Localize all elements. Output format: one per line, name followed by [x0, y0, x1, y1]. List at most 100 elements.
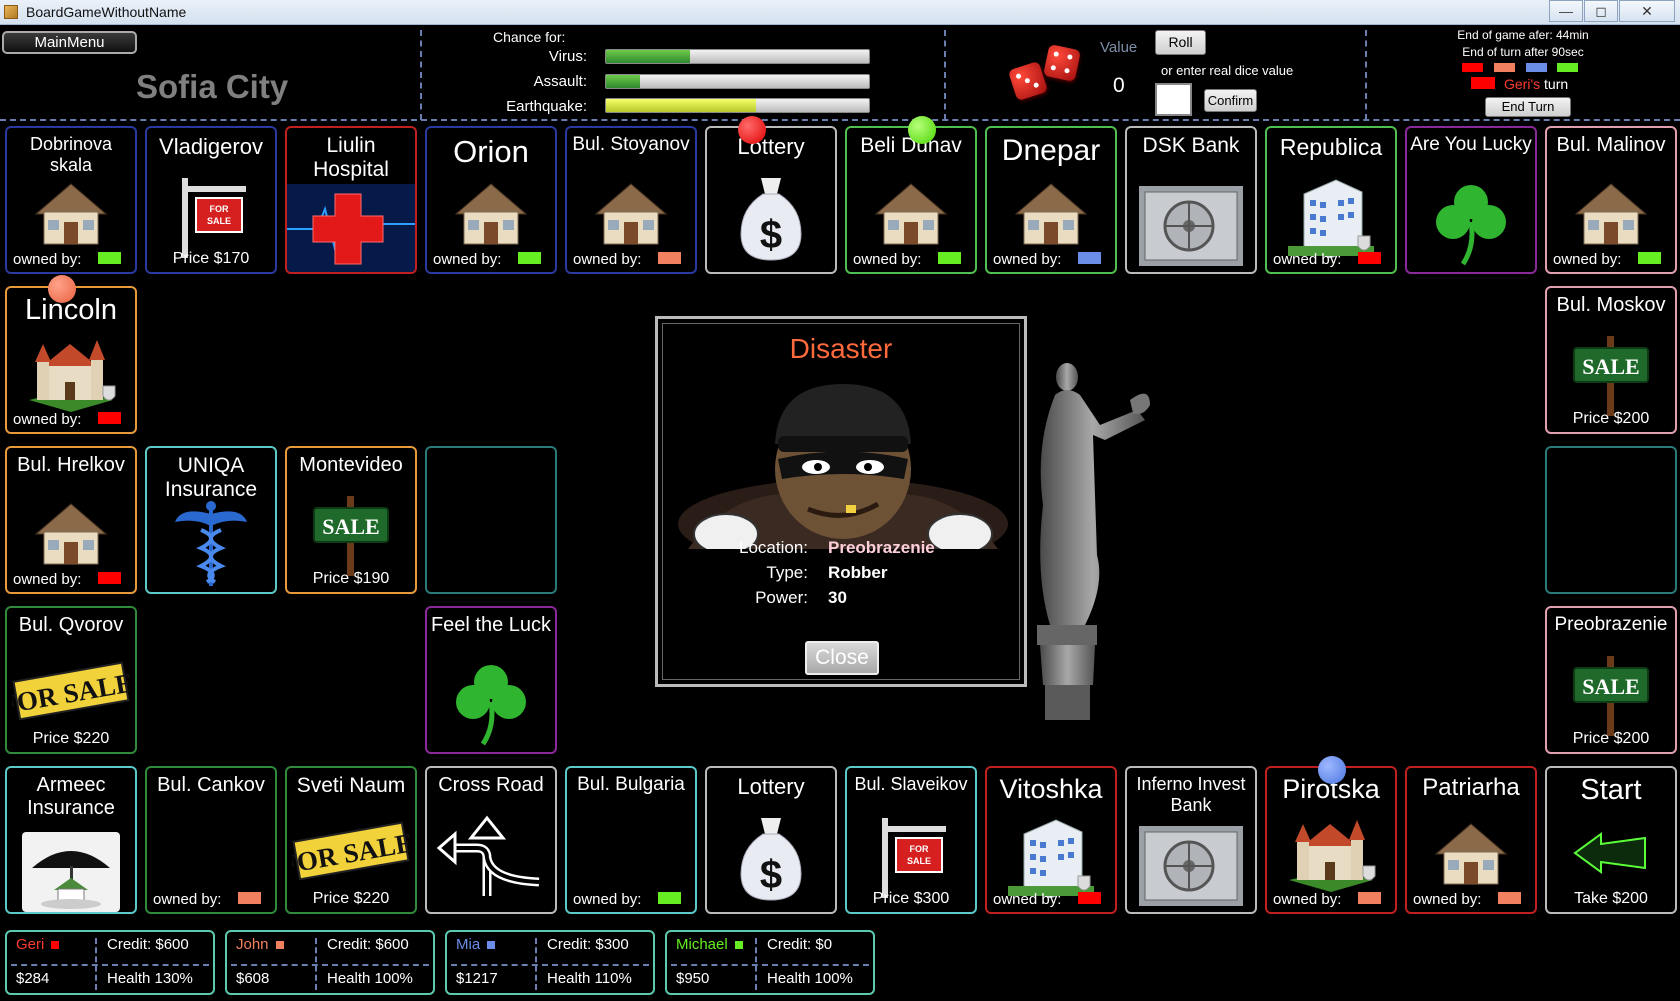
- tile-are-you-lucky[interactable]: Are You Lucky: [1405, 126, 1537, 274]
- tile-preobrazenie[interactable]: Preobrazenie SALE Price $200: [1545, 606, 1677, 754]
- tile-bul-cankov[interactable]: Bul. Cankov owned by:: [145, 766, 277, 914]
- roll-button[interactable]: Roll: [1155, 30, 1206, 55]
- owner-color-swatch: [98, 572, 121, 584]
- owned-by-label: owned by:: [13, 571, 82, 588]
- hud-bottom-divider: [0, 119, 1680, 121]
- owner-color-swatch: [658, 892, 681, 904]
- tile-lottery[interactable]: Lottery $: [705, 766, 837, 914]
- sale-sign-icon: SALE: [1573, 336, 1649, 416]
- close-window-button[interactable]: ✕: [1619, 0, 1675, 22]
- assault-chance-bar: [605, 74, 870, 89]
- for-sale-sign-icon: FOR SALE: [182, 178, 246, 258]
- tile-beli-dunav[interactable]: Beli Dunav owned by:: [845, 126, 977, 274]
- owned-by-label: owned by:: [1553, 251, 1622, 268]
- tile-empty[interactable]: [425, 446, 557, 594]
- player-card-michael: Michael $950 Credit: $0 Health 100%: [665, 930, 875, 995]
- tile-price: Take $200: [1574, 890, 1648, 907]
- owner-color-swatch: [1078, 252, 1101, 264]
- main-menu-button[interactable]: MainMenu: [2, 31, 137, 54]
- tile-name: Dobrinova skala: [29, 134, 113, 175]
- earthquake-chance-bar: [605, 98, 870, 113]
- clover-icon: [1436, 185, 1506, 266]
- card-divider: [11, 964, 209, 966]
- tile-bul-bulgaria[interactable]: Bul. Bulgaria owned by:: [565, 766, 697, 914]
- tile-bul-hrelkov[interactable]: Bul. Hrelkov owned by:: [5, 446, 137, 594]
- disaster-dialog: Disaster Location: Preobrazenie Type: Ro…: [655, 316, 1027, 687]
- confirm-button[interactable]: Confirm: [1204, 89, 1257, 112]
- player-token-john: [48, 275, 76, 303]
- tile-bul-moskov[interactable]: Bul. Moskov SALE Price $200: [1545, 286, 1677, 434]
- owned-by-label: owned by:: [433, 251, 502, 268]
- close-button[interactable]: Close: [805, 641, 879, 675]
- player-health: Health 100%: [767, 970, 853, 987]
- tile-lottery[interactable]: Lottery $: [705, 126, 837, 274]
- tile-uniqa-insurance[interactable]: UNIQA Insurance: [145, 446, 277, 594]
- house-icon: [1434, 823, 1508, 885]
- tile-liulin-hospital[interactable]: Liulin Hospital: [285, 126, 417, 274]
- tile-name: Dnepar: [1001, 134, 1101, 167]
- chance-title: Chance for:: [493, 29, 566, 45]
- player-health: Health 100%: [327, 970, 413, 987]
- tile-pirotska[interactable]: Pirotska owned by:: [1265, 766, 1397, 914]
- tile-price: Price $190: [312, 570, 390, 587]
- tile-sveti-naum[interactable]: Sveti Naum FOR SALE! Price $220: [285, 766, 417, 914]
- tile-name: Montevideo: [299, 454, 403, 476]
- dice-value-input[interactable]: [1155, 83, 1192, 116]
- turn-player-name: Geri's: [1504, 76, 1541, 92]
- title-bar: BoardGameWithoutName — ◻ ✕: [0, 0, 1680, 25]
- tile-vitoshka[interactable]: Vitoshka owned by:: [985, 766, 1117, 914]
- money-bag-icon: $: [740, 818, 802, 901]
- tile-dnepar[interactable]: Dnepar owned by:: [985, 126, 1117, 274]
- house-icon: [454, 183, 528, 245]
- maximize-button[interactable]: ◻: [1584, 0, 1618, 22]
- tile-vladigerov[interactable]: Vladigerov FOR SALE Price $170: [145, 126, 277, 274]
- for-sale-sign-icon: FOR SALE: [882, 818, 946, 898]
- caduceus-icon: [175, 501, 247, 586]
- svg-text:SALE: SALE: [1582, 354, 1639, 379]
- player-money: $608: [236, 970, 270, 987]
- tile-montevideo[interactable]: Montevideo SALE Price $190: [285, 446, 417, 594]
- tile-dobrinova-skala[interactable]: Dobrinova skala owned by:: [5, 126, 137, 274]
- dice-icon[interactable]: [1007, 44, 1090, 102]
- hud-divider: [944, 30, 946, 120]
- house-icon: [1014, 183, 1088, 245]
- current-player-swatch: [1471, 77, 1495, 89]
- tile-bul-qvorov[interactable]: Bul. Qvorov FOR SALE! Price $220: [5, 606, 137, 754]
- owned-by-label: owned by:: [13, 411, 82, 428]
- power-label: Power:: [755, 588, 808, 607]
- tile-bul-stoyanov[interactable]: Bul. Stoyanov owned by:: [565, 126, 697, 274]
- owned-by-label: owned by:: [1273, 891, 1342, 908]
- tile-patriarha[interactable]: Patriarha owned by:: [1405, 766, 1537, 914]
- castle-icon: [1289, 820, 1376, 892]
- house-icon: [34, 183, 108, 245]
- player-color-swatch: [1557, 63, 1578, 72]
- disaster-title: Disaster: [789, 333, 893, 364]
- tile-inferno-invest-bank[interactable]: Inferno Invest Bank: [1125, 766, 1257, 914]
- owned-by-label: owned by:: [1273, 251, 1342, 268]
- tile-bul-malinov[interactable]: Bul. Malinov owned by:: [1545, 126, 1677, 274]
- svg-text:SALE: SALE: [322, 514, 379, 539]
- minimize-button[interactable]: —: [1549, 0, 1583, 22]
- tile-orion[interactable]: Orion owned by:: [425, 126, 557, 274]
- player-card-mia: Mia $1217 Credit: $300 Health 110%: [445, 930, 655, 995]
- tile-name: Bul. Hrelkov: [17, 454, 125, 476]
- card-divider: [231, 964, 429, 966]
- tile-start[interactable]: Start Take $200: [1545, 766, 1677, 914]
- player-credit: Credit: $300: [547, 936, 629, 953]
- tile-cross-road[interactable]: Cross Road: [425, 766, 557, 914]
- tile-price: Price $200: [1572, 410, 1650, 427]
- red-cross-icon: [287, 184, 415, 272]
- tile-empty[interactable]: [1545, 446, 1677, 594]
- player-money: $950: [676, 970, 710, 987]
- tile-lincoln[interactable]: Lincoln owned by:: [5, 286, 137, 434]
- tile-armeec-insurance[interactable]: Armeec Insurance: [5, 766, 137, 914]
- tile-dsk-bank[interactable]: DSK Bank: [1125, 126, 1257, 274]
- tile-bul-slaveikov[interactable]: Bul. Slaveikov FOR SALE Price $300: [845, 766, 977, 914]
- hud-divider: [1365, 30, 1367, 120]
- owned-by-label: owned by:: [1413, 891, 1482, 908]
- tile-republica[interactable]: Republica owned by:: [1265, 126, 1397, 274]
- tile-name: UNIQA Insurance: [164, 454, 258, 502]
- end-turn-button[interactable]: End Turn: [1485, 97, 1571, 117]
- for-sale-banner-icon: FOR SALE!: [12, 661, 130, 721]
- tile-feel-the-luck[interactable]: Feel the Luck: [425, 606, 557, 754]
